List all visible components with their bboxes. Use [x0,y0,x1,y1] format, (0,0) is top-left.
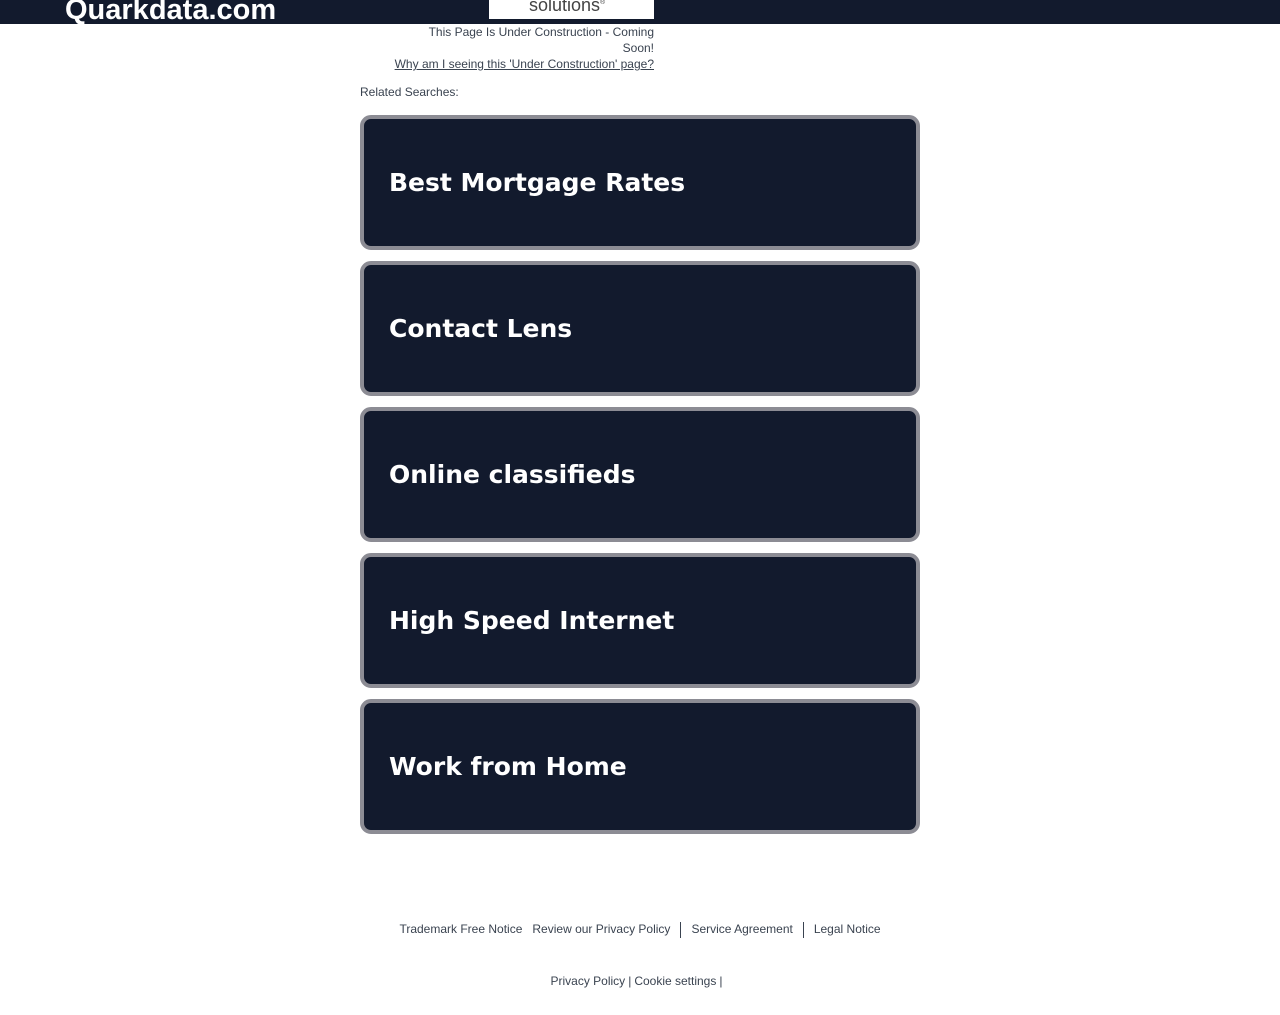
legal-notice-link[interactable]: Legal Notice [814,922,881,936]
search-link-online-classifieds[interactable]: Online classifieds [360,407,920,542]
construction-notice: This Page Is Under Construction - Coming… [394,24,654,72]
search-link-label: Work from Home [389,752,627,781]
footer-secondary-links: Privacy Policy | Cookie settings | [0,972,1276,990]
footer-links: Trademark Free Notice Review our Privacy … [0,920,1280,938]
privacy-policy-link[interactable]: Privacy Policy [551,974,626,988]
search-link-label: Best Mortgage Rates [389,168,686,197]
review-privacy-link[interactable]: Review our Privacy Policy [532,922,670,936]
footer-pipe: | [628,974,632,988]
cookie-settings-link[interactable]: Cookie settings [634,974,716,988]
search-link-label: Online classifieds [389,460,636,489]
search-link-contact-lens[interactable]: Contact Lens [360,261,920,396]
search-link-label: High Speed Internet [389,606,675,635]
construction-status: This Page Is Under Construction - Coming… [428,25,654,55]
logo-word: solutions [529,0,601,15]
registered-mark: ® [600,0,606,6]
service-agreement-link[interactable]: Service Agreement [691,922,792,936]
footer-divider [802,921,804,938]
search-link-best-mortgage-rates[interactable]: Best Mortgage Rates [360,115,920,250]
search-link-work-from-home[interactable]: Work from Home [360,699,920,834]
logo-text: solutions® [529,0,605,17]
related-searches-label: Related Searches: [360,85,459,99]
top-banner: Quarkdata.com solutions® [0,0,1280,24]
search-link-label: Contact Lens [389,314,573,343]
footer-divider [680,921,682,938]
related-searches-list: Best Mortgage Rates Contact Lens Online … [360,115,920,845]
domain-title: Quarkdata.com [65,0,277,24]
search-link-high-speed-internet[interactable]: High Speed Internet [360,553,920,688]
why-under-construction-link[interactable]: Why am I seeing this 'Under Construction… [394,56,654,72]
footer-pipe: | [719,974,723,988]
brand-logo[interactable]: solutions® [489,0,654,19]
trademark-notice-link[interactable]: Trademark Free Notice [399,922,522,936]
